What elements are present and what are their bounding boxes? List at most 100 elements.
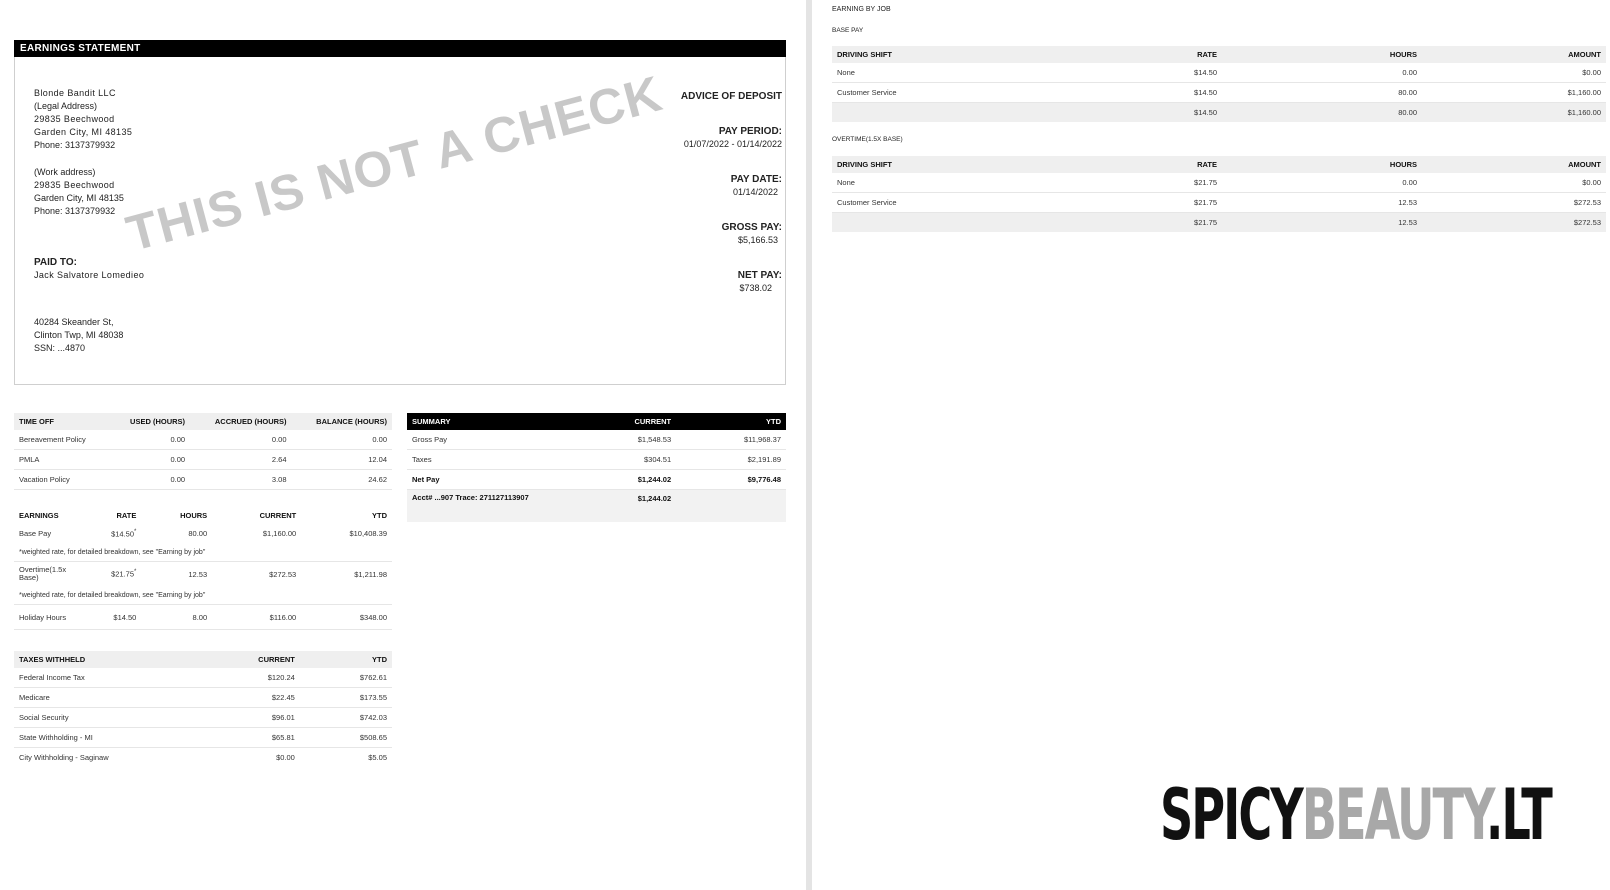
weighted-rate-note: *weighted rate, for detailed breakdown, … (14, 543, 392, 562)
table-cell (832, 102, 1042, 122)
legal-address-label: (Legal Address) (34, 101, 98, 111)
column-header: CURRENT (567, 413, 677, 430)
table-cell: $762.61 (299, 668, 392, 688)
overtime-title: OVERTIME(1.5X BASE) (832, 136, 903, 143)
table-cell: 12.53 (1222, 212, 1422, 232)
table-row: Net Pay $1,244.02 $9,776.48 (407, 469, 786, 490)
table-cell: Bereavement Policy (14, 430, 110, 450)
rate-value: $21.75 (111, 569, 135, 579)
table-cell: 0.00 (109, 469, 191, 490)
table-cell: $120.24 (184, 668, 300, 688)
table-row: Gross Pay $1,548.53 $11,968.37 (407, 430, 786, 450)
paid-to-label: PAID TO: (34, 257, 77, 268)
payee-city: Clinton Twp, MI 48038 (34, 330, 124, 340)
net-pay-label: NET PAY: (737, 270, 782, 281)
table-row: Federal Income Tax $120.24 $762.61 (14, 668, 392, 688)
column-header: USED (HOURS) (109, 413, 191, 430)
table-cell: $1,160.00 (1422, 82, 1606, 103)
table-row: Social Security $96.01 $742.03 (14, 707, 392, 728)
table-total-row: $21.75 12.53 $272.53 (832, 212, 1606, 232)
table-cell (832, 212, 1042, 232)
spicybeauty-logo: SPICYBEAUTY.LT (1160, 775, 1553, 855)
table-cell: $1,160.00 (1422, 102, 1606, 122)
table-row: *weighted rate, for detailed breakdown, … (14, 543, 392, 562)
table-row: Overtime(1.5x Base) $21.75* 12.53 $272.5… (14, 562, 392, 587)
table-cell: Net Pay (407, 469, 567, 490)
table-header-row: TAXES WITHHELD CURRENT YTD (14, 651, 392, 668)
table-cell: 80.00 (1222, 102, 1422, 122)
table-cell: $508.65 (299, 727, 392, 748)
earnings-statement-header: EARNINGS STATEMENT (14, 40, 786, 57)
table-cell: 0.00 (109, 430, 191, 450)
legal-phone: Phone: 3137379932 (34, 140, 116, 150)
table-cell: $11,968.37 (676, 430, 786, 450)
table-cell: $10,408.39 (349, 529, 387, 538)
table-row: Holiday Hours $14.50 8.00 $116.00 $348.0… (14, 604, 392, 630)
payee-street: 40284 Skeander St, (34, 317, 114, 327)
net-pay-value: $738.02 (739, 283, 772, 293)
table-cell: $0.00 (1422, 63, 1606, 83)
column-header: DRIVING SHIFT (832, 46, 1042, 63)
summary-table: SUMMARY CURRENT YTD Gross Pay $1,548.53 … (407, 413, 786, 522)
column-header: DRIVING SHIFT (832, 156, 1042, 173)
column-header: YTD (676, 413, 786, 430)
work-address: (Work address) 29835 Beechwood Garden Ci… (34, 166, 124, 218)
table-cell: Vacation Policy (14, 469, 110, 490)
table-cell: Federal Income Tax (14, 668, 184, 688)
table-cell: Customer Service (832, 82, 1042, 103)
table-cell: $272.53 (269, 569, 297, 579)
table-header-row: SUMMARY CURRENT YTD (407, 413, 786, 430)
column-header: YTD (299, 651, 392, 668)
payee-ssn: SSN: ...4870 (34, 343, 86, 353)
table-cell: 80.00 (1222, 82, 1422, 103)
column-header: HOURS (1222, 46, 1422, 63)
table-cell: $22.45 (184, 687, 300, 708)
table-cell: Social Security (14, 707, 184, 728)
pay-period-label: PAY PERIOD: (718, 126, 782, 137)
rate-value: $14.50 (111, 529, 135, 539)
table-cell: $116.00 (212, 604, 302, 630)
table-cell: Base Pay (19, 529, 52, 538)
table-row: PMLA 0.00 2.64 12.04 (14, 449, 392, 470)
table-cell: $1,160.00 (262, 529, 297, 538)
column-header: HOURS (1222, 156, 1422, 173)
table-cell: $96.01 (184, 707, 300, 728)
table-row: None $21.75 0.00 $0.00 (832, 173, 1606, 193)
table-row: *weighted rate, for detailed breakdown, … (14, 586, 392, 605)
column-header: TIME OFF (14, 413, 110, 430)
table-cell: Gross Pay (407, 430, 567, 450)
table-cell: 0.00 (109, 449, 191, 470)
column-header: ACCRUED (HOURS) (190, 413, 292, 430)
table-header-row: EARNINGS RATE HOURS CURRENT YTD (14, 507, 392, 524)
column-header: CURRENT (184, 651, 300, 668)
column-header: YTD (301, 507, 392, 524)
table-header-row: DRIVING SHIFT RATE HOURS AMOUNT (832, 46, 1606, 63)
table-cell: $21.75 (1042, 173, 1222, 193)
legal-city: Garden City, MI 48135 (34, 127, 133, 137)
column-header: EARNINGS (14, 507, 74, 524)
paid-to-block: PAID TO: Jack Salvatore Lomedieo (34, 256, 144, 282)
table-row: Acct# ...907 Trace: 271127113907 $1,244.… (407, 489, 786, 522)
table-cell: 12.53 (188, 569, 208, 579)
table-cell: None (832, 173, 1042, 193)
table-cell: 80.00 (188, 529, 208, 538)
table-cell: None (832, 63, 1042, 83)
column-header: TAXES WITHHELD (14, 651, 184, 668)
overtime-job-table: DRIVING SHIFT RATE HOURS AMOUNT None $21… (832, 156, 1606, 232)
weighted-rate-note: *weighted rate, for detailed breakdown, … (14, 586, 392, 605)
table-cell: $14.50 (1042, 82, 1222, 103)
table-header-row: TIME OFF USED (HOURS) ACCRUED (HOURS) BA… (14, 413, 392, 430)
acct-trace-cell: Acct# ...907 Trace: 271127113907 (407, 489, 567, 522)
table-cell: Medicare (14, 687, 184, 708)
table-cell: 24.62 (291, 469, 392, 490)
table-cell: $14.50 (1042, 63, 1222, 83)
table-cell: 3.08 (190, 469, 292, 490)
table-cell: Overtime(1.5x Base) (19, 565, 67, 582)
work-phone: Phone: 3137379932 (34, 206, 116, 216)
table-row: Customer Service $21.75 12.53 $272.53 (832, 192, 1606, 213)
earning-by-job-title: EARNING BY JOB (832, 6, 891, 13)
column-header: RATE (1042, 46, 1222, 63)
table-cell: $1,211.98 (354, 569, 387, 579)
gross-pay-label: GROSS PAY: (721, 222, 782, 233)
earning-by-job-page (812, 0, 1610, 890)
